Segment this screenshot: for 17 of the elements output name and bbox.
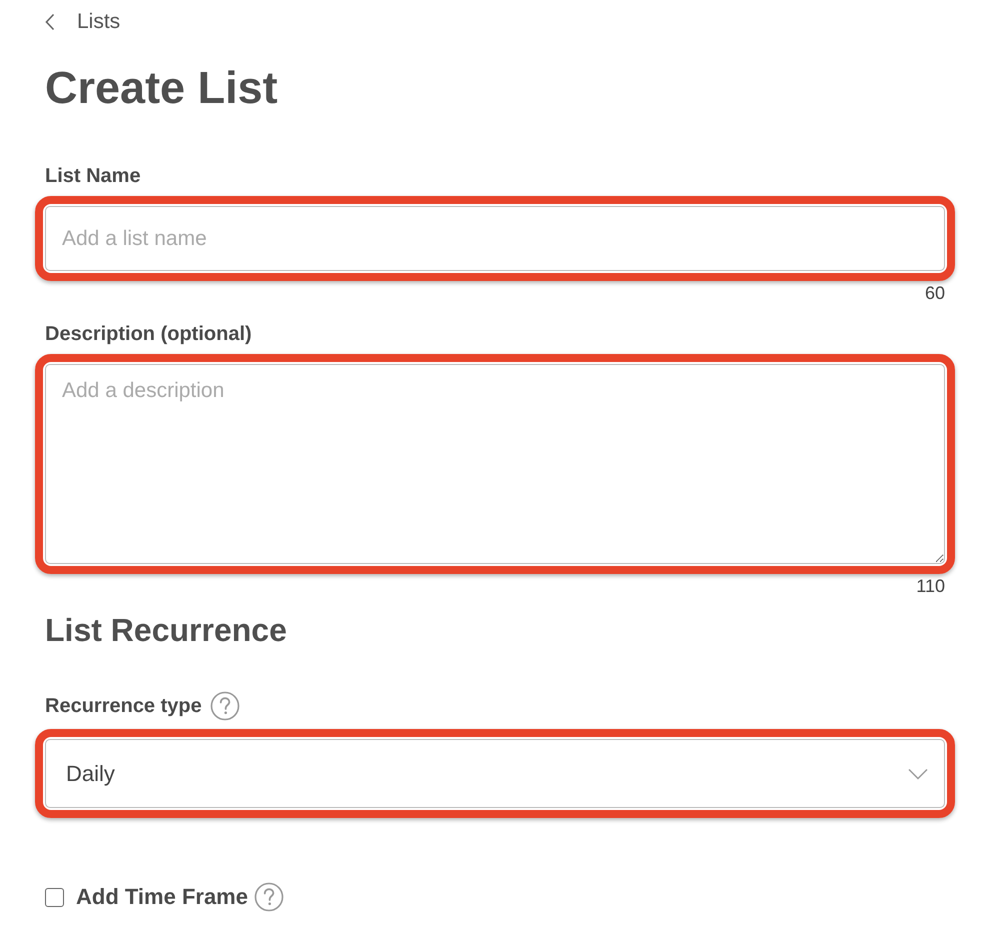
description-field[interactable]: Add a description bbox=[45, 364, 945, 564]
help-icon bbox=[210, 691, 240, 721]
back-link[interactable]: Lists bbox=[45, 8, 120, 36]
checkbox-label: Add Time Frame bbox=[76, 884, 248, 910]
page-title: Create List bbox=[45, 62, 278, 114]
help-icon bbox=[254, 882, 284, 912]
input-field[interactable]: Add a list name bbox=[45, 206, 945, 271]
field-label: Recurrence type bbox=[45, 694, 202, 719]
field-label: Description (optional) bbox=[45, 322, 252, 347]
character-counter: 110 bbox=[916, 575, 945, 597]
checkbox[interactable] bbox=[45, 888, 64, 906]
back-icon bbox=[45, 13, 55, 31]
recurrence-dropdown[interactable]: Daily bbox=[45, 739, 945, 808]
character-counter: 60 bbox=[924, 282, 945, 304]
section-title: List Recurrence bbox=[45, 611, 287, 650]
caret-icon bbox=[908, 768, 928, 780]
field-label: List Name bbox=[45, 164, 141, 189]
